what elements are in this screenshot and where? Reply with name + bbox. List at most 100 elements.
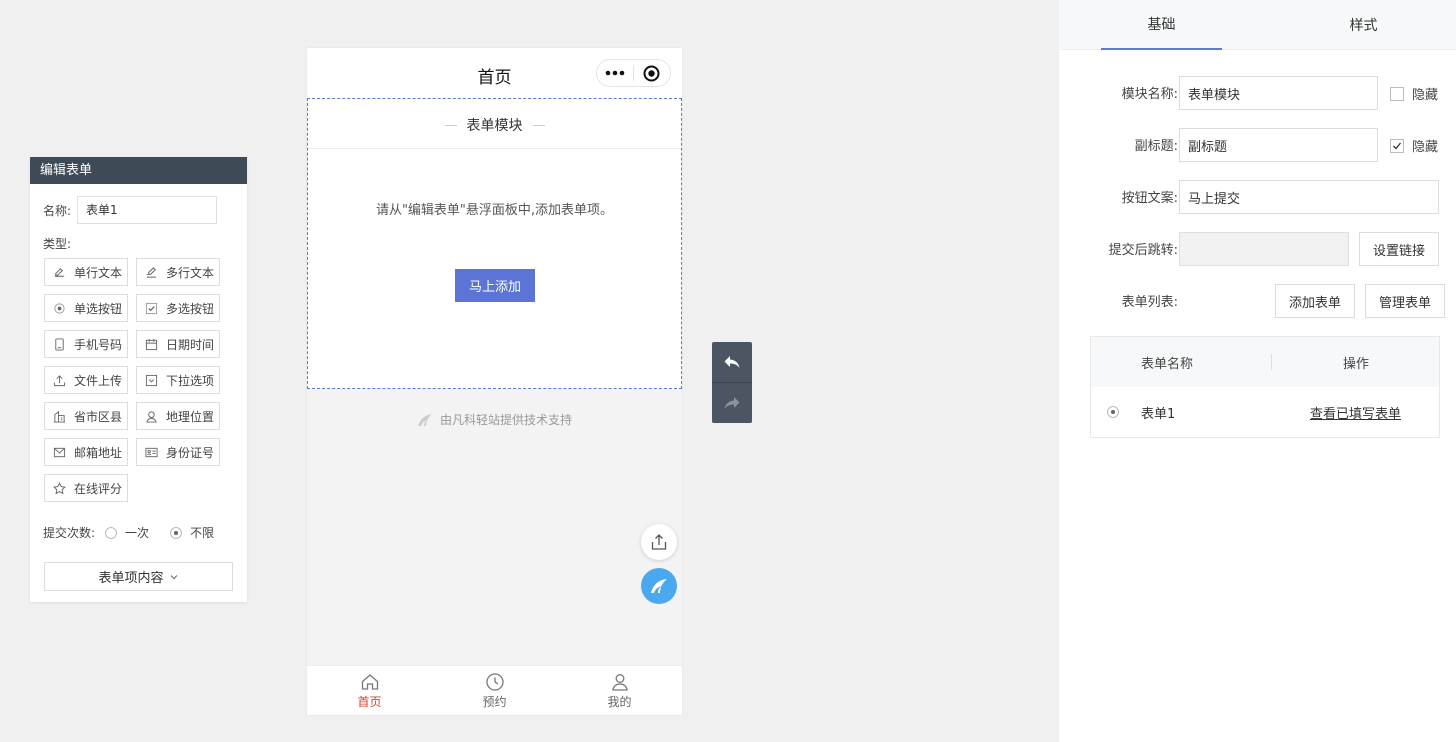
add-form-button[interactable]: 添加表单 — [1275, 284, 1355, 318]
tab-booking[interactable]: 预约 — [432, 666, 557, 715]
row-form-name: 表单1 — [1141, 406, 1176, 422]
submit-unlimited-radio[interactable] — [170, 526, 183, 539]
tech-support-text: 由凡科轻站提供技术支持 — [439, 413, 572, 427]
type-label-datetime: 日期时间 — [166, 337, 215, 352]
row-select-radio[interactable] — [1107, 406, 1119, 418]
type-label-dropdown: 下拉选项 — [166, 373, 215, 388]
edit-panel-title: 编辑表单 — [30, 157, 247, 184]
tab-booking-label: 预约 — [482, 694, 507, 709]
manage-form-button[interactable]: 管理表单 — [1365, 284, 1445, 318]
location-icon — [146, 410, 157, 423]
home-icon — [361, 673, 378, 690]
phone-icon — [55, 337, 64, 351]
module-name-input[interactable]: 表单模块 — [1179, 76, 1378, 110]
mini-program-capsule — [596, 59, 671, 87]
view-submissions-link[interactable]: 查看已填写表单 — [1310, 403, 1401, 422]
button-text-label: 按钮文案: — [1121, 191, 1178, 206]
header-form-name: 表单名称 — [1141, 356, 1194, 372]
tab-home[interactable]: 首页 — [307, 666, 432, 715]
close-button[interactable] — [634, 60, 670, 86]
submit-once-radio[interactable] — [105, 526, 118, 539]
phone-header: 首页 — [307, 48, 682, 98]
redirect-input[interactable] — [1179, 232, 1349, 266]
module-name-hide-checkbox[interactable]: 隐藏 — [1390, 84, 1438, 103]
undo-icon — [724, 356, 740, 368]
undo-button[interactable] — [712, 342, 752, 382]
table-row: 表单1 查看已填写表单 — [1091, 387, 1439, 437]
form-name-label: 名称: — [43, 203, 72, 218]
type-button-location[interactable]: 地理位置 — [136, 402, 220, 430]
form-name-row: 名称: 表单1 — [43, 196, 218, 224]
tab-basic[interactable]: 基础 — [1101, 0, 1222, 50]
hide-label: 隐藏 — [1412, 88, 1439, 103]
history-toolbar — [712, 342, 752, 423]
tech-support: 由凡科轻站提供技术支持 — [307, 411, 682, 428]
type-button-phone[interactable]: 手机号码 — [44, 330, 128, 358]
type-label-single-line: 单行文本 — [74, 265, 123, 280]
checkbox-icon — [145, 302, 158, 314]
empty-hint: 请从"编辑表单"悬浮面板中,添加表单项。 — [375, 203, 614, 218]
submit-once-label: 一次 — [125, 526, 150, 540]
type-button-email[interactable]: 邮箱地址 — [44, 438, 128, 466]
submit-count-label: 提交次数: — [43, 526, 96, 540]
form-list-table: 表单名称 操作 表单1 查看已填写表单 — [1090, 336, 1440, 438]
tab-mine[interactable]: 我的 — [557, 666, 682, 715]
type-button-checkbox[interactable]: 多选按钮 — [136, 294, 220, 322]
submit-unlimited-label: 不限 — [190, 526, 215, 540]
phone-preview: 首页 表单模块 请从"编辑表单"悬浮面板中,添加表单项。 马上添加 由凡科轻站提… — [307, 48, 682, 715]
form-module[interactable]: 表单模块 请从"编辑表单"悬浮面板中,添加表单项。 马上添加 — [307, 98, 682, 389]
brand-logo-icon — [417, 413, 432, 426]
radio-icon — [54, 302, 65, 314]
chevron-down-icon — [170, 574, 177, 579]
type-label-checkbox: 多选按钮 — [166, 301, 215, 316]
form-name-input[interactable]: 表单1 — [77, 196, 218, 224]
type-button-dropdown[interactable]: 下拉选项 — [136, 366, 220, 394]
module-title: 表单模块 — [466, 118, 523, 134]
brand-logo-icon — [651, 579, 667, 593]
hide-checkbox-box — [1390, 138, 1404, 153]
star-icon — [53, 481, 66, 494]
settings-tabs: 基础 样式 — [1059, 0, 1456, 50]
share-icon — [651, 534, 667, 550]
button-text-input[interactable]: 马上提交 — [1179, 180, 1439, 214]
subtitle-hide-checkbox[interactable]: 隐藏 — [1390, 136, 1438, 155]
type-button-multi-line[interactable]: 多行文本 — [136, 258, 220, 286]
hide-label: 隐藏 — [1412, 140, 1439, 155]
share-float-button[interactable] — [641, 524, 677, 560]
form-list-label: 表单列表: — [1121, 295, 1178, 310]
type-label-id-card: 身份证号 — [166, 445, 215, 460]
type-button-id-card[interactable]: 身份证号 — [136, 438, 220, 466]
type-button-radio[interactable]: 单选按钮 — [44, 294, 128, 322]
subtitle-label: 副标题: — [1134, 139, 1178, 154]
type-label-upload: 文件上传 — [74, 373, 123, 388]
building-icon — [53, 410, 66, 423]
module-divider — [308, 148, 681, 149]
subtitle-input[interactable]: 副标题 — [1179, 128, 1378, 162]
add-now-button[interactable]: 马上添加 — [455, 269, 535, 302]
type-label-email: 邮箱地址 — [74, 445, 123, 460]
type-label-multi-line: 多行文本 — [166, 265, 215, 280]
form-items-content-button[interactable]: 表单项内容 — [44, 562, 233, 591]
type-button-region[interactable]: 省市区县 — [44, 402, 128, 430]
redo-button[interactable] — [712, 383, 752, 423]
brand-float-button[interactable] — [641, 568, 677, 604]
single-line-text-icon — [54, 267, 65, 277]
form-items-content-label: 表单项内容 — [98, 571, 164, 586]
clock-icon — [485, 672, 504, 691]
type-button-upload[interactable]: 文件上传 — [44, 366, 128, 394]
module-name-label: 模块名称: — [1121, 87, 1178, 102]
type-label-region: 省市区县 — [74, 409, 123, 424]
tab-mine-label: 我的 — [607, 694, 632, 709]
title-right-dash — [532, 124, 545, 126]
submit-count-row: 提交次数: 一次 不限 — [43, 524, 214, 541]
target-circle-icon — [643, 65, 660, 81]
type-button-rating[interactable]: 在线评分 — [44, 474, 128, 502]
dropdown-icon — [145, 374, 158, 386]
user-icon — [611, 673, 628, 691]
set-link-button[interactable]: 设置链接 — [1359, 232, 1439, 266]
more-button[interactable] — [597, 60, 633, 86]
type-button-single-line[interactable]: 单行文本 — [44, 258, 128, 286]
type-button-datetime[interactable]: 日期时间 — [136, 330, 220, 358]
calendar-icon — [145, 338, 158, 350]
tab-style[interactable]: 样式 — [1303, 0, 1424, 50]
